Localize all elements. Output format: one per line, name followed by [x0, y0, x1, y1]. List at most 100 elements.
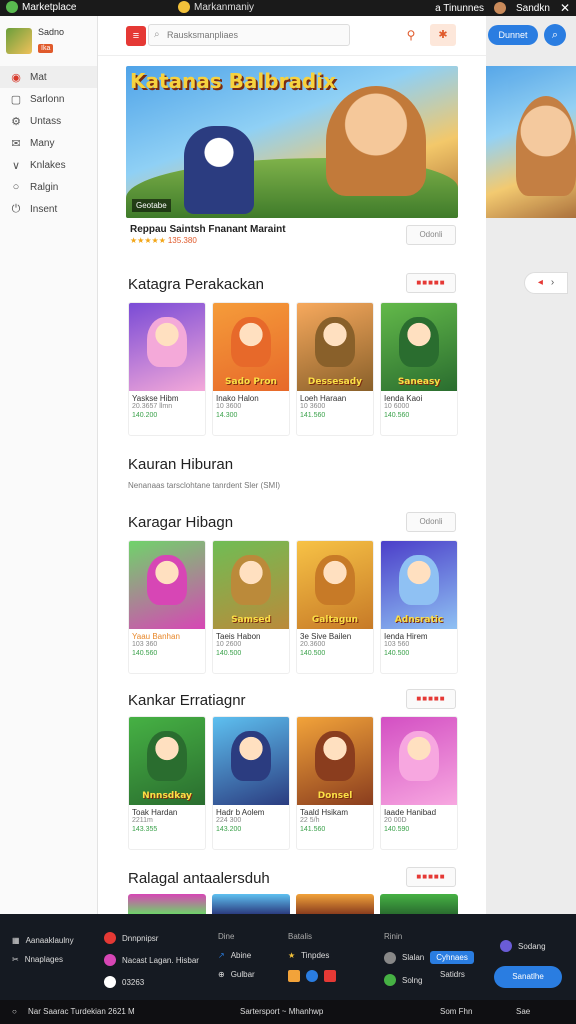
footer-link[interactable]: ★ Tinpdes: [288, 951, 336, 960]
character-art: [147, 317, 187, 367]
product-thumb[interactable]: [128, 894, 206, 914]
character-art: [315, 731, 355, 781]
footer-cta-button[interactable]: Sanatlhe: [494, 966, 562, 988]
pin-icon[interactable]: ⚲: [402, 26, 420, 44]
sidebar-item-2[interactable]: ⚙ Untass: [0, 110, 97, 132]
featured-button[interactable]: Odonli: [406, 225, 456, 245]
status-right-1[interactable]: Som Fhn: [440, 1007, 472, 1016]
status-left: Nar Saarac Turdekian 2621 M: [28, 1007, 135, 1016]
featured-caption: Reppau Saintsh Fnanant Maraint: [130, 224, 286, 235]
tools-icon: ✂: [12, 955, 19, 964]
window-right-controls: a Tinunnes Sandkn ✕: [435, 1, 570, 15]
section-more-button[interactable]: ■■■■■: [406, 867, 456, 887]
product-subtitle: 224 300: [216, 817, 242, 824]
product-subtitle: 10 3600: [216, 403, 242, 410]
profile-card[interactable]: Sadno Ika: [0, 16, 97, 66]
footer-link[interactable]: Nacast Lagan. Hisbar: [104, 954, 199, 966]
rating-stars: ★★★★★ 135.380: [130, 236, 197, 245]
footer-pill[interactable]: Cyhnaes: [430, 951, 474, 964]
product-card[interactable]: Galtagun 3e Sive Bailen 20.3600 140.500: [296, 540, 374, 674]
section-more-button[interactable]: ■■■■■: [406, 689, 456, 709]
sidebar-item-4[interactable]: ∨ Knlakes: [0, 154, 97, 176]
footer-link[interactable]: Sodang: [500, 940, 546, 952]
status-right-2[interactable]: Sae: [516, 1007, 530, 1016]
product-price: 141.560: [300, 826, 326, 833]
product-card[interactable]: Saneasy Ienda Kaoi 10 6000 140.560: [380, 302, 458, 436]
product-row-partial: [128, 894, 458, 914]
sparkle-icon[interactable]: ✱: [430, 24, 456, 46]
product-card[interactable]: Samsed Taeis Habon 10 2600 140.500: [212, 540, 290, 674]
search-input[interactable]: ⌕ Rausksmanpliaes: [148, 24, 350, 46]
product-row: Nnnsdkay Toak Hardan 2211m 143.355 Hadr b Ao…: [128, 716, 458, 850]
footer-heading: Dine: [218, 932, 235, 941]
footer-link[interactable]: Slalan Cyhnaes: [384, 951, 474, 964]
product-card[interactable]: Hadr b Aolem 224 300 143.200: [212, 716, 290, 850]
primary-button[interactable]: Dunnet: [488, 25, 538, 45]
gear-icon: ⚙: [11, 115, 21, 128]
product-card[interactable]: Yaau Banhan 103 360 140.560: [128, 540, 206, 674]
product-thumb[interactable]: [380, 894, 458, 914]
product-card[interactable]: Dessesady Loeh Haraan 10 3600 141.560: [296, 302, 374, 436]
product-price: 140.500: [216, 650, 242, 657]
carousel-next-button[interactable]: ◂ ›: [524, 272, 568, 294]
sidebar: Sadno Ika ◉ Mat ▢ Sarlonn ⚙ Untass ✉ Many ∨ K…: [0, 16, 98, 914]
thumbnail-label: Saneasy: [397, 377, 441, 387]
section-title: Karagar Hibagn: [128, 514, 234, 531]
product-thumbnail: Nnnsdkay: [129, 717, 205, 805]
section-subtitle: Nenanaas tarsclohtane tanrdent Sler (SMI…: [128, 481, 281, 490]
sidebar-item-5[interactable]: ○ Ralgin: [0, 176, 97, 198]
product-thumb[interactable]: [296, 894, 374, 914]
character-art: [315, 555, 355, 605]
character-art: [399, 317, 439, 367]
footer-link[interactable]: ⊕ Gulbar: [218, 970, 255, 979]
product-card[interactable]: Iaade Hanibad 20 00D 140.590: [380, 716, 458, 850]
user-avatar-icon[interactable]: [494, 2, 507, 14]
product-subtitle: 22 5/h: [300, 817, 320, 824]
featured-banner[interactable]: Katanas Balbradix Geotabe: [126, 66, 458, 218]
app-icons[interactable]: [288, 970, 336, 982]
user-name-label[interactable]: Sandkn: [516, 3, 550, 14]
window-center-title: Markanmaniy: [178, 1, 254, 13]
close-icon[interactable]: ✕: [560, 1, 570, 15]
footer-link[interactable]: 03263: [104, 976, 199, 988]
avatar: [6, 28, 32, 54]
footer-link[interactable]: Dnnpnipsr: [104, 932, 199, 944]
section-more-button[interactable]: ■■■■■: [406, 273, 456, 293]
product-price: 143.200: [216, 826, 242, 833]
product-price: 141.560: [300, 412, 326, 419]
product-card[interactable]: Nnnsdkay Toak Hardan 2211m 143.355: [128, 716, 206, 850]
footer-link[interactable]: ✂ Nnaplages: [12, 955, 74, 964]
product-thumbnail: [381, 717, 457, 805]
footer-link[interactable]: ↗ Abine: [218, 951, 255, 960]
footer-heading: Rinin: [384, 932, 403, 941]
status-bar: ○ Nar Saarac Turdekian 2621 M Sarterspor…: [0, 1000, 576, 1024]
product-card[interactable]: Adnsratic Ienda Hirem 103 560 140.500: [380, 540, 458, 674]
section-more-button[interactable]: Odonli: [406, 512, 456, 532]
product-name: Inako Halon: [216, 394, 259, 403]
footer-link[interactable]: ▦ Aanaaklaulny: [12, 936, 74, 945]
search-icon[interactable]: ⌕: [544, 24, 566, 46]
product-card[interactable]: Yaskse Hibm 20.3657 llmn 140.200: [128, 302, 206, 436]
product-card[interactable]: Donsel Taald Hsikam 22 5/h 141.560: [296, 716, 374, 850]
product-thumb[interactable]: [212, 894, 290, 914]
next-banner-preview[interactable]: [486, 66, 576, 218]
thumbnail-label: Samsed: [231, 615, 271, 625]
settings-icon: [384, 951, 396, 964]
product-name: 3e Sive Bailen: [300, 632, 352, 641]
sidebar-item-3[interactable]: ✉ Many: [0, 132, 97, 154]
sidebar-item-1[interactable]: ▢ Sarlonn: [0, 88, 97, 110]
menu-icon[interactable]: ≡: [126, 26, 146, 46]
section-title: Kankar Erratiagnr: [128, 692, 246, 709]
product-card[interactable]: Sado Pron Inako Halon 10 3600 14.300: [212, 302, 290, 436]
product-price: 140.500: [300, 650, 326, 657]
product-subtitle: 2211m: [132, 817, 153, 824]
product-subtitle: 20.3600: [300, 641, 326, 648]
product-price: 140.500: [384, 650, 410, 657]
sidebar-item-0[interactable]: ◉ Mat: [0, 66, 97, 88]
footer-link[interactable]: Satidrs: [440, 970, 465, 979]
character-art: [399, 555, 439, 605]
thumbnail-label: Dessesady: [307, 377, 363, 387]
sidebar-item-6[interactable]: ⏻ Insent: [0, 198, 97, 220]
number-icon: [104, 976, 116, 988]
product-thumbnail: Dessesady: [297, 303, 373, 391]
